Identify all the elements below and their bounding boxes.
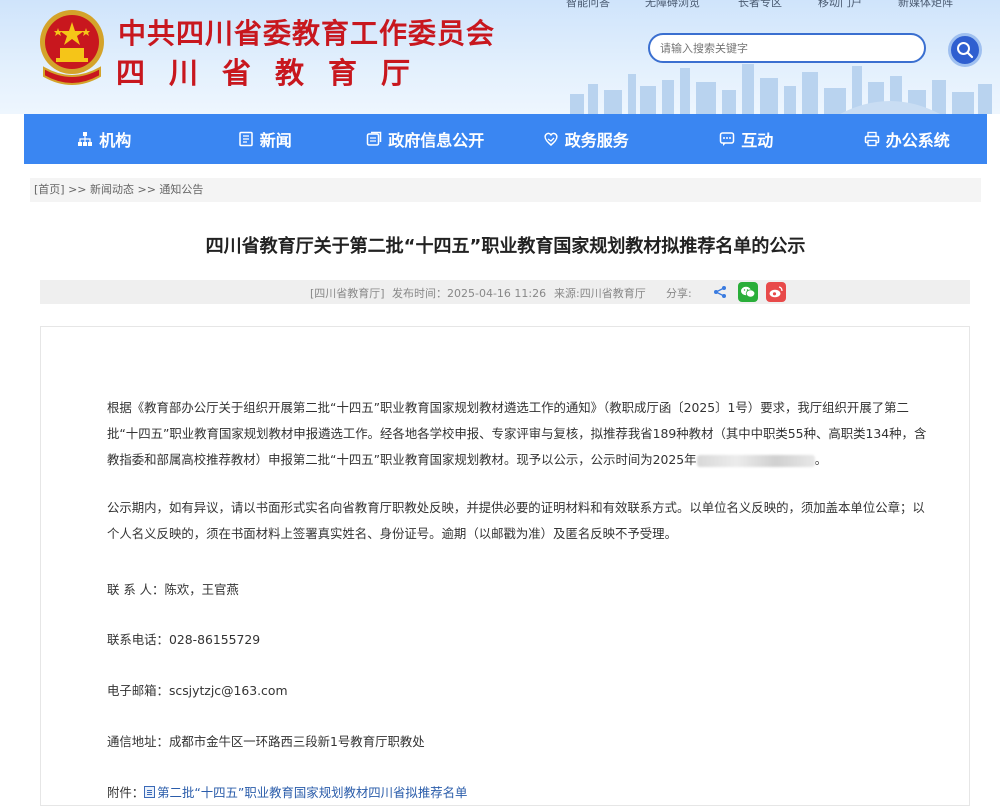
main-nav: 机构 新闻 政府信息公开 政务服务 互动 办公系统	[24, 114, 987, 164]
nav-item-org[interactable]: 机构	[24, 114, 185, 164]
meta-publish-time: 发布时间：2025-04-16 11:26	[392, 287, 547, 300]
attachment-row: 附件： 第二批“十四五”职业教育国家规划教材四川省拟推荐名单	[107, 783, 467, 801]
org-subtitle: 四川省教育厅	[116, 56, 435, 90]
document-icon	[144, 786, 156, 798]
nav-item-service[interactable]: 政务服务	[506, 114, 667, 164]
search-box	[648, 33, 926, 63]
nav-item-office[interactable]: 办公系统	[827, 114, 988, 164]
chat-icon	[719, 132, 735, 146]
contact-address: 通信地址：成都市金牛区一环路西三段新1号教育厅职教处	[107, 734, 425, 749]
search-icon	[957, 42, 974, 59]
nav-label-service: 政务服务	[564, 131, 629, 150]
attachment-label: 附件：	[107, 785, 145, 800]
org-chart-icon	[78, 132, 93, 146]
article-paragraph-2: 公示期内，如有异议，请以书面形式实名向省教育厅职教处反映，并提供必要的证明材料和…	[107, 500, 925, 541]
nav-label-news: 新闻	[259, 131, 292, 150]
nav-label-org: 机构	[99, 131, 132, 150]
header-banner: 智能问答 无障碍浏览 长者专区 移动门户 新媒体矩阵 中共四川省委教育工作委员会…	[0, 0, 1000, 114]
nav-item-news[interactable]: 新闻	[185, 114, 346, 164]
article-paragraph-1: 根据《教育部办公厅关于组织开展第二批“十四五”职业教育国家规划教材遴选工作的通知…	[107, 395, 933, 473]
wechat-icon	[741, 286, 756, 298]
share-network-icon	[714, 286, 726, 298]
breadcrumb[interactable]: [首页] >> 新闻动态 >> 通知公告	[30, 178, 981, 202]
article-body: 根据《教育部办公厅关于组织开展第二批“十四五”职业教育国家规划教材遴选工作的通知…	[40, 326, 970, 806]
search-button[interactable]	[948, 33, 982, 67]
news-icon	[238, 131, 253, 147]
service-icon	[544, 132, 558, 146]
nav-item-interact[interactable]: 互动	[666, 114, 827, 164]
wechat-share-button[interactable]	[738, 282, 758, 302]
top-link-elderly[interactable]: 长者专区	[738, 0, 782, 10]
gov-info-icon	[366, 131, 382, 146]
nav-label-interact: 互动	[741, 131, 774, 150]
contact-email: 电子邮箱：scsjytzjc@163.com	[107, 683, 288, 698]
top-link-qa[interactable]: 智能问答	[566, 0, 610, 10]
org-title: 中共四川省委教育工作委员会	[118, 17, 496, 50]
paragraph-1-end: 。	[814, 452, 827, 467]
article-meta-bar: [四川省教育厅] 发布时间：2025-04-16 11:26 来源:四川省教育厅…	[40, 280, 970, 304]
printer-icon	[864, 131, 879, 147]
share-icon[interactable]	[710, 282, 730, 302]
nav-item-gov-info[interactable]: 政府信息公开	[345, 114, 506, 164]
top-links-bar: 智能问答 无障碍浏览 长者专区 移动门户 新媒体矩阵	[0, 0, 1000, 10]
top-link-accessibility[interactable]: 无障碍浏览	[645, 0, 700, 10]
search-input[interactable]	[650, 35, 924, 61]
content-area: [首页] >> 新闻动态 >> 通知公告 四川省教育厅关于第二批“十四五”职业教…	[24, 164, 987, 806]
meta-origin: 来源:四川省教育厅	[554, 287, 646, 300]
contact-phone: 联系电话：028-86155729	[107, 632, 261, 647]
city-skyline-illustration	[570, 64, 992, 114]
meta-source-tag: [四川省教育厅]	[310, 287, 385, 300]
national-emblem-icon	[40, 10, 104, 85]
nav-label-office: 办公系统	[885, 131, 950, 150]
redacted-date	[696, 454, 815, 467]
nav-label-gov-info: 政府信息公开	[388, 131, 485, 150]
contact-people: 联 系 人：陈欢，王官燕	[107, 582, 239, 597]
top-link-new-media[interactable]: 新媒体矩阵	[898, 0, 953, 10]
attachment-link[interactable]: 第二批“十四五”职业教育国家规划教材四川省拟推荐名单	[157, 785, 467, 800]
article-title: 四川省教育厅关于第二批“十四五”职业教育国家规划教材拟推荐名单的公示	[205, 236, 806, 257]
weibo-icon	[769, 286, 783, 298]
top-link-mobile[interactable]: 移动门户	[818, 0, 862, 10]
meta-share-label: 分享:	[666, 287, 692, 300]
weibo-share-button[interactable]	[766, 282, 786, 302]
